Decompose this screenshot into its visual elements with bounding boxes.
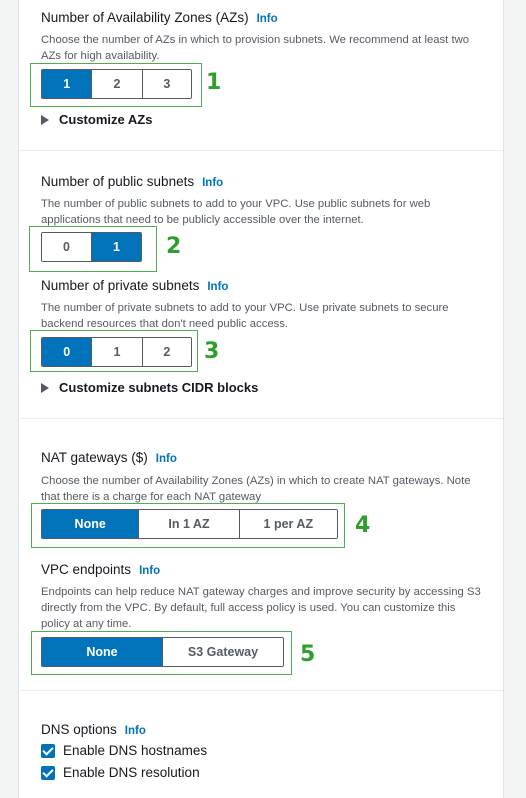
private-subnets-option-0[interactable]: 0 xyxy=(42,338,92,366)
private-subnets-title: Number of private subnets Info xyxy=(41,278,228,293)
public-subnets-title: Number of public subnets Info xyxy=(41,174,223,189)
public-subnets-option-1[interactable]: 1 xyxy=(91,233,141,261)
public-subnets-option-0[interactable]: 0 xyxy=(42,233,91,261)
customize-cidr-toggle[interactable]: Customize subnets CIDR blocks xyxy=(41,380,258,395)
private-subnets-title-text: Number of private subnets xyxy=(41,278,200,293)
vpc-endpoints-description: Endpoints can help reduce NAT gateway ch… xyxy=(41,586,481,630)
az-count-selector: 1 2 3 xyxy=(41,69,192,99)
az-option-2[interactable]: 2 xyxy=(91,70,142,98)
dns-options-title: DNS options Info xyxy=(41,722,146,737)
callout-number-2: 2 xyxy=(166,234,182,259)
dns-resolution-row: Enable DNS resolution xyxy=(41,765,200,780)
nat-gateways-title: NAT gateways ($) Info xyxy=(41,450,177,465)
vpc-endpoints-option-s3-gateway[interactable]: S3 Gateway xyxy=(162,638,283,666)
section-divider xyxy=(19,690,503,691)
nat-gateways-info-link[interactable]: Info xyxy=(156,453,177,465)
az-title-text: Number of Availability Zones (AZs) xyxy=(41,10,249,25)
private-subnets-option-1[interactable]: 1 xyxy=(91,338,142,366)
callout-number-1: 1 xyxy=(206,70,222,95)
vpc-endpoints-option-none[interactable]: None xyxy=(42,638,162,666)
public-subnets-title-text: Number of public subnets xyxy=(41,174,195,189)
vpc-endpoints-title-text: VPC endpoints xyxy=(41,562,132,577)
az-option-3[interactable]: 3 xyxy=(141,70,191,98)
public-subnets-info-link[interactable]: Info xyxy=(202,177,223,189)
section-divider xyxy=(19,418,503,419)
dns-hostnames-label: Enable DNS hostnames xyxy=(63,743,208,758)
customize-cidr-label: Customize subnets CIDR blocks xyxy=(59,380,259,395)
callout-number-3: 3 xyxy=(204,339,220,364)
customize-azs-label: Customize AZs xyxy=(59,112,153,127)
az-option-1[interactable]: 1 xyxy=(42,70,92,98)
nat-option-1-per-az[interactable]: 1 per AZ xyxy=(238,510,337,538)
nat-option-in-1-az[interactable]: In 1 AZ xyxy=(138,510,239,538)
az-description: Choose the number of AZs in which to pro… xyxy=(41,34,470,62)
private-subnets-selector: 0 1 2 xyxy=(41,337,192,367)
private-subnets-info-link[interactable]: Info xyxy=(207,281,228,293)
caret-right-icon xyxy=(41,382,49,393)
section-divider xyxy=(19,150,503,151)
nat-gateways-selector: None In 1 AZ 1 per AZ xyxy=(41,509,338,539)
private-subnets-option-2[interactable]: 2 xyxy=(141,338,191,366)
az-info-link[interactable]: Info xyxy=(257,13,278,25)
dns-resolution-label: Enable DNS resolution xyxy=(63,765,200,780)
az-title: Number of Availability Zones (AZs) Info xyxy=(41,10,278,25)
nat-gateways-title-text: NAT gateways ($) xyxy=(41,450,148,465)
callout-number-4: 4 xyxy=(355,513,371,538)
public-subnets-selector: 0 1 xyxy=(41,232,142,262)
caret-right-icon xyxy=(41,114,49,125)
dns-options-title-text: DNS options xyxy=(41,722,117,737)
vpc-endpoints-selector: None S3 Gateway xyxy=(41,637,284,667)
nat-gateways-description: Choose the number of Availability Zones … xyxy=(41,475,471,503)
public-subnets-description: The number of public subnets to add to y… xyxy=(41,198,431,226)
vpc-endpoints-title: VPC endpoints Info xyxy=(41,562,160,577)
private-subnets-description: The number of private subnets to add to … xyxy=(41,302,449,330)
dns-options-info-link[interactable]: Info xyxy=(125,725,146,737)
callout-number-5: 5 xyxy=(300,642,316,667)
dns-hostnames-row: Enable DNS hostnames xyxy=(41,743,207,758)
dns-hostnames-checkbox[interactable] xyxy=(41,743,55,758)
customize-azs-toggle[interactable]: Customize AZs xyxy=(41,112,152,127)
nat-option-none[interactable]: None xyxy=(42,510,139,538)
dns-resolution-checkbox[interactable] xyxy=(41,765,55,780)
vpc-endpoints-info-link[interactable]: Info xyxy=(139,565,160,577)
